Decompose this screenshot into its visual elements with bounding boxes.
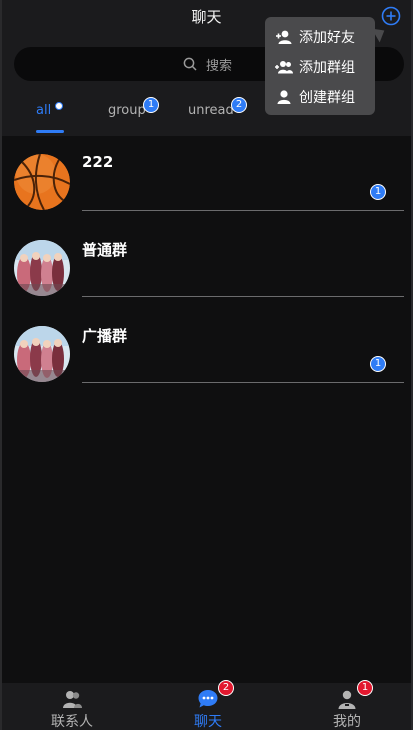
profile-icon bbox=[338, 690, 356, 709]
search-placeholder: 搜索 bbox=[206, 59, 233, 74]
nav-chat[interactable]: 2 聊天 bbox=[148, 680, 268, 730]
tab-unread-badge: 2 bbox=[231, 97, 247, 113]
active-tab-underline bbox=[36, 130, 64, 133]
chat-name: 222 bbox=[82, 153, 114, 171]
chat-row-222[interactable]: 222 1 bbox=[2, 136, 411, 222]
nav-profile-badge: 1 bbox=[357, 680, 373, 696]
app-frame: 聊天 搜索 all group 1 unread 2 222 1 普通群 广播群… bbox=[0, 0, 413, 730]
menu-item-create-group[interactable]: 创建群组 bbox=[275, 86, 355, 108]
contacts-icon bbox=[63, 691, 82, 708]
chat-row-broadcast-group[interactable]: 广播群 1 bbox=[2, 308, 411, 394]
tab-group-badge: 1 bbox=[143, 97, 159, 113]
row-divider bbox=[82, 296, 404, 297]
tab-all-dot bbox=[55, 102, 63, 110]
nav-profile[interactable]: 1 我的 bbox=[287, 680, 407, 730]
nav-contacts[interactable]: 联系人 bbox=[12, 683, 132, 730]
menu-item-label: 添加群组 bbox=[299, 60, 355, 76]
basketball-avatar bbox=[14, 154, 70, 210]
chat-unread-badge: 1 bbox=[370, 184, 386, 200]
nav-label: 我的 bbox=[333, 714, 361, 730]
chat-unread-badge: 1 bbox=[370, 356, 386, 372]
nav-chat-badge: 2 bbox=[218, 680, 234, 696]
create-group-icon bbox=[277, 90, 291, 104]
basketball-icon bbox=[14, 154, 70, 210]
add-user-icon bbox=[276, 30, 292, 44]
tab-unread[interactable]: unread bbox=[188, 103, 234, 118]
menu-item-label: 添加好友 bbox=[299, 30, 355, 46]
tab-group[interactable]: group bbox=[108, 103, 146, 118]
add-circle-icon[interactable] bbox=[381, 6, 401, 26]
tab-all[interactable]: all bbox=[36, 103, 51, 118]
nav-label: 联系人 bbox=[51, 714, 93, 730]
nav-label: 聊天 bbox=[194, 714, 222, 730]
menu-item-add-group[interactable]: 添加群组 bbox=[275, 56, 355, 78]
bottom-nav: 联系人 2 聊天 1 我的 bbox=[2, 680, 411, 730]
chat-bubble-icon bbox=[198, 690, 218, 708]
chat-name: 普通群 bbox=[82, 241, 128, 259]
group-photo-icon bbox=[14, 240, 70, 296]
search-icon bbox=[183, 57, 197, 71]
chat-name: 广播群 bbox=[82, 327, 128, 345]
add-popup-menu: 添加好友 添加群组 创建群组 bbox=[265, 17, 375, 115]
group-photo-avatar bbox=[14, 326, 70, 382]
chat-row-normal-group[interactable]: 普通群 bbox=[2, 222, 411, 308]
row-divider bbox=[82, 382, 404, 383]
menu-item-add-friend[interactable]: 添加好友 bbox=[275, 26, 355, 48]
group-photo-icon bbox=[14, 326, 70, 382]
group-photo-avatar bbox=[14, 240, 70, 296]
row-divider bbox=[82, 210, 404, 211]
menu-item-label: 创建群组 bbox=[299, 90, 355, 106]
add-group-icon bbox=[275, 61, 293, 74]
